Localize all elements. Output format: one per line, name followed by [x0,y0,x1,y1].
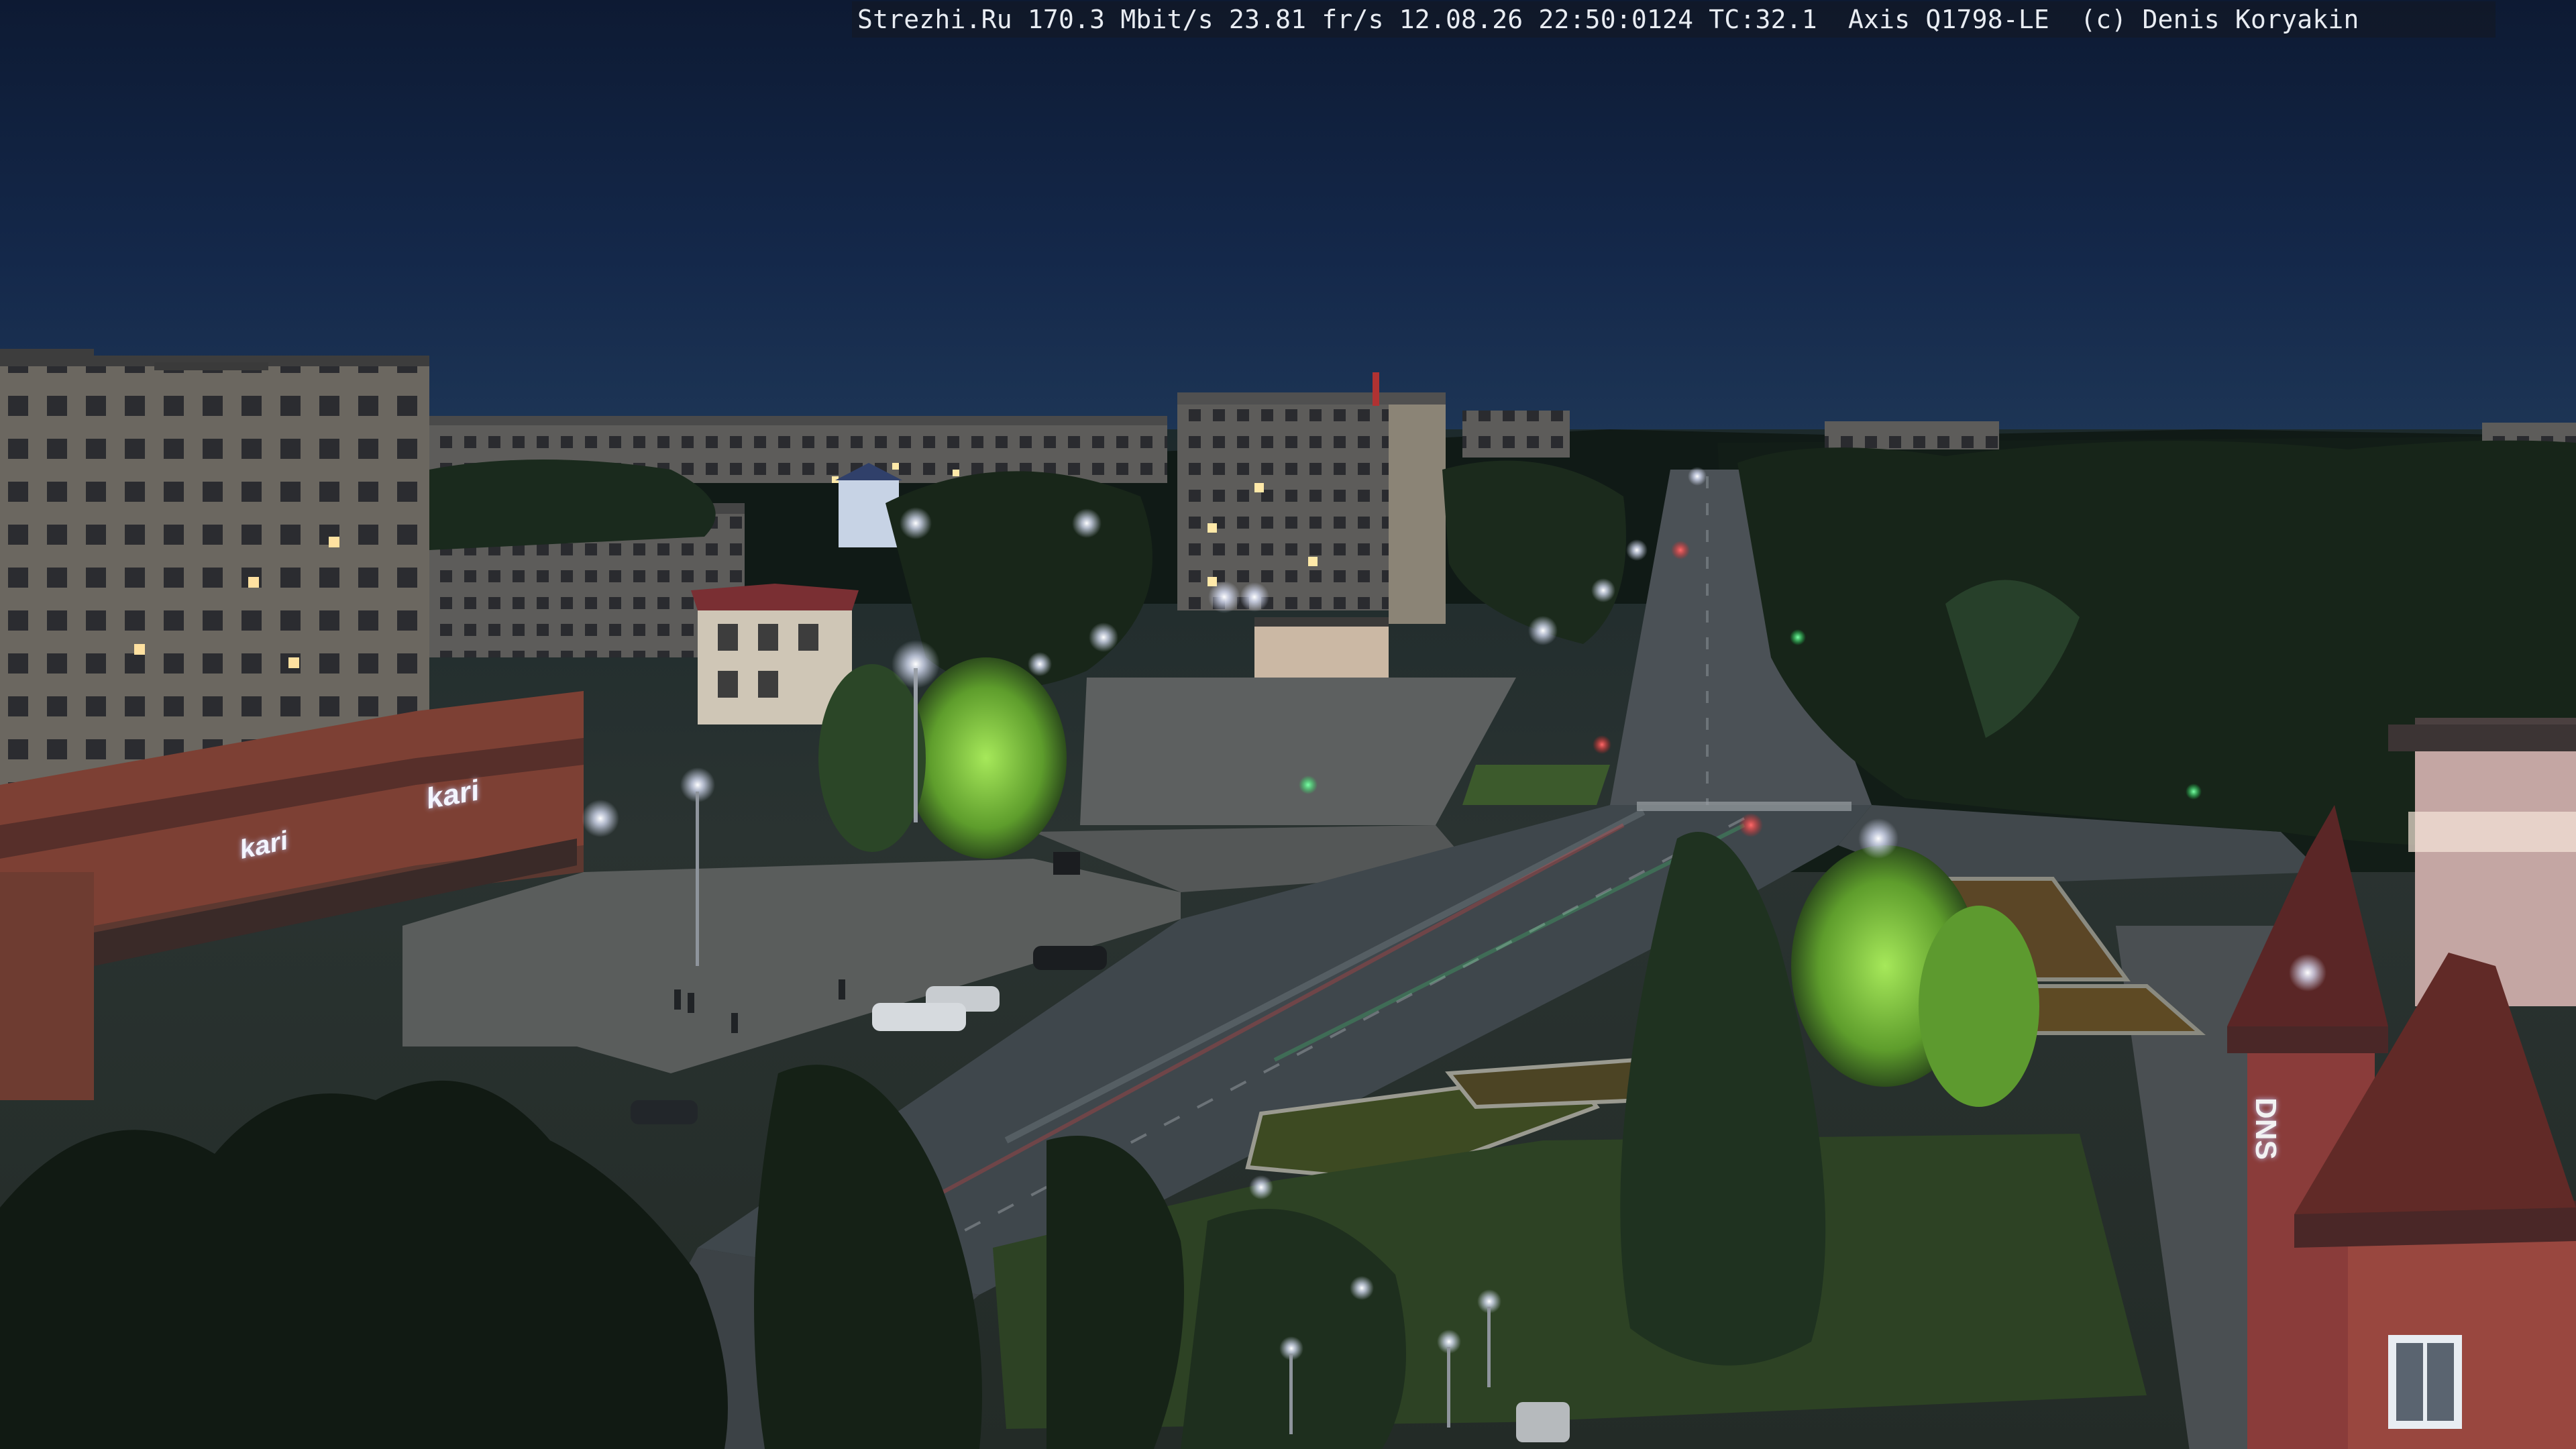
webcam-frame: kari kari DNS Strezhi.Ru 170.3 Mbit/s 23… [0,0,2576,1449]
city-scene [0,349,2576,1449]
side-building-sign: DNS [2249,1097,2282,1160]
small-hangar [1254,617,1389,684]
camera-overlay-text: Strezhi.Ru 170.3 Mbit/s 23.81 fr/s 12.08… [857,5,2359,34]
